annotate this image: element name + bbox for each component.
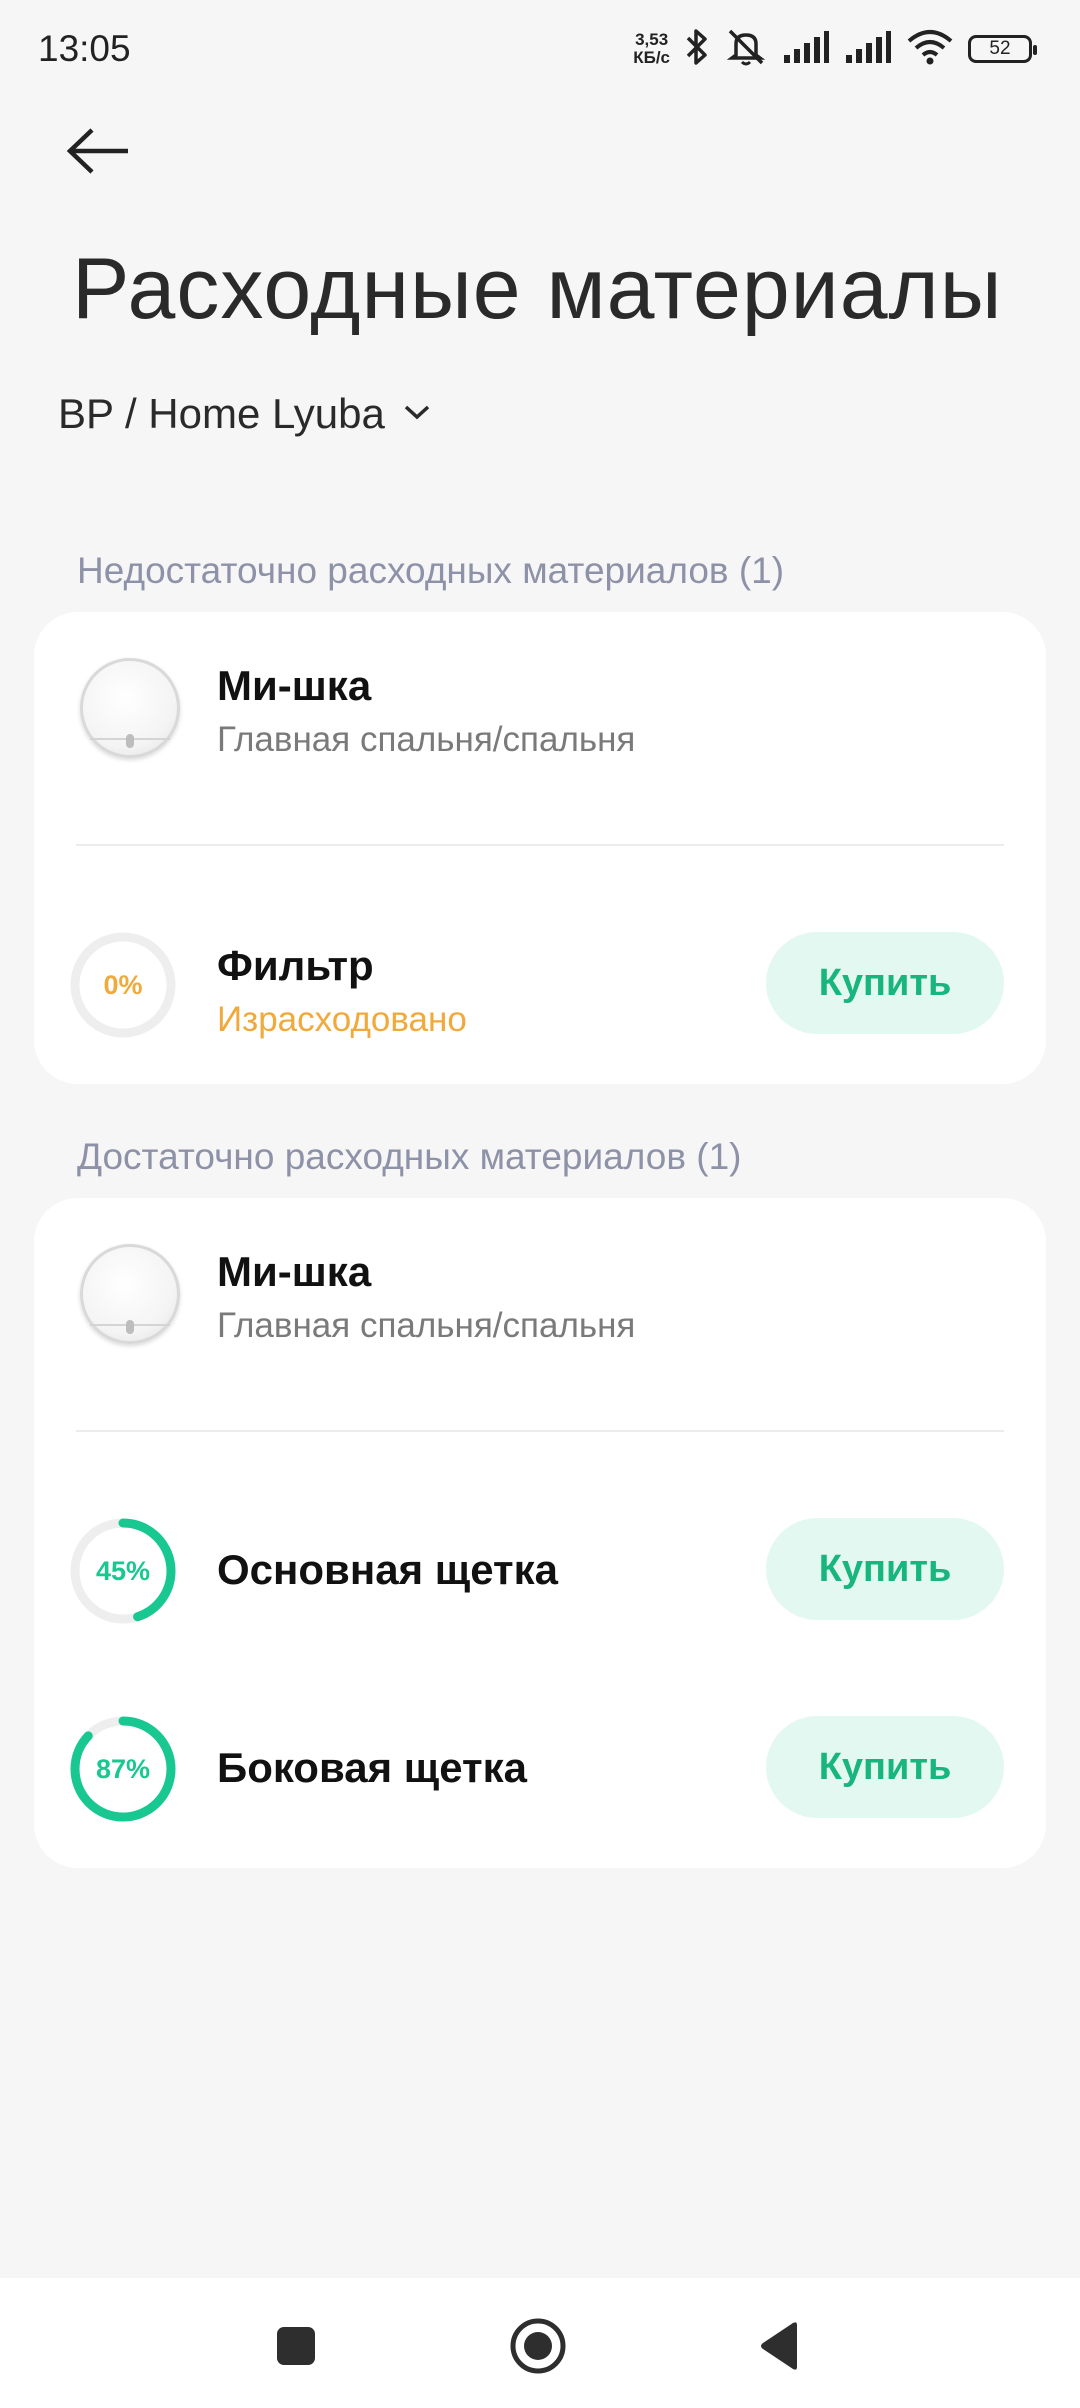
device-name: Ми-шка bbox=[217, 662, 372, 709]
chevron-down-icon bbox=[403, 402, 431, 427]
buy-button[interactable]: Купить bbox=[766, 1716, 1004, 1818]
back-button[interactable] bbox=[66, 118, 156, 188]
progress-ring: 45% bbox=[68, 1516, 178, 1626]
bluetooth-icon bbox=[684, 27, 710, 72]
home-selector-label: BP / Home Lyuba bbox=[58, 390, 385, 437]
robot-vacuum-image bbox=[80, 1244, 180, 1344]
divider bbox=[76, 844, 1004, 846]
consumables-card-insufficient: Ми-шка Главная спальня/спальня 0% Фильтр… bbox=[34, 612, 1046, 1084]
consumable-row-filter: 0% Фильтр Израсходовано Купить bbox=[34, 930, 1046, 1040]
consumable-status: Израсходовано bbox=[217, 1000, 467, 1039]
status-bar: 13:05 3,53 КБ/с 52 bbox=[0, 0, 1080, 100]
mute-icon bbox=[724, 27, 768, 72]
consumable-name: Фильтр bbox=[217, 942, 374, 989]
wifi-icon bbox=[906, 28, 954, 71]
progress-ring: 87% bbox=[68, 1714, 178, 1824]
device-row[interactable]: Ми-шка Главная спальня/спальня bbox=[34, 1198, 1046, 1398]
arrow-left-icon bbox=[66, 126, 132, 181]
progress-ring-label: 45% bbox=[95, 1556, 151, 1586]
divider bbox=[76, 1430, 1004, 1432]
progress-ring: 0% bbox=[68, 930, 178, 1040]
consumable-name: Основная щетка bbox=[217, 1546, 558, 1593]
consumables-card-sufficient: Ми-шка Главная спальня/спальня 45% Основ… bbox=[34, 1198, 1046, 1868]
robot-vacuum-image bbox=[80, 658, 180, 758]
device-room: Главная спальня/спальня bbox=[217, 720, 636, 759]
device-row[interactable]: Ми-шка Главная спальня/спальня bbox=[34, 612, 1046, 812]
consumable-row-main-brush: 45% Основная щетка Купить bbox=[34, 1516, 1046, 1626]
device-room: Главная спальня/спальня bbox=[217, 1306, 636, 1345]
section-header-sufficient: Достаточно расходных материалов (1) bbox=[77, 1136, 742, 1177]
network-speed-unit: КБ/с bbox=[633, 48, 670, 67]
consumable-row-side-brush: 87% Боковая щетка Купить bbox=[34, 1714, 1046, 1824]
status-time: 13:05 bbox=[38, 28, 131, 69]
network-speed-value: 3,53 bbox=[635, 30, 669, 49]
home-circle-icon[interactable] bbox=[498, 2306, 578, 2386]
home-selector[interactable]: BP / Home Lyuba bbox=[58, 390, 431, 438]
progress-ring-label: 0% bbox=[103, 970, 143, 1000]
back-triangle-icon[interactable] bbox=[740, 2306, 820, 2386]
network-speed: 3,53 КБ/с bbox=[633, 31, 670, 67]
page-title: Расходные материалы bbox=[72, 241, 1003, 337]
buy-button[interactable]: Купить bbox=[766, 1518, 1004, 1620]
device-name: Ми-шка bbox=[217, 1248, 372, 1295]
progress-ring-label: 87% bbox=[95, 1754, 151, 1784]
signal-icon bbox=[844, 29, 892, 70]
signal-icon bbox=[782, 29, 830, 70]
recents-square-icon[interactable] bbox=[256, 2306, 336, 2386]
navigation-bar bbox=[0, 2278, 1080, 2408]
status-icons: 3,53 КБ/с 52 bbox=[633, 24, 1037, 74]
buy-button[interactable]: Купить bbox=[766, 932, 1004, 1034]
section-header-insufficient: Недостаточно расходных материалов (1) bbox=[77, 550, 785, 591]
consumable-name: Боковая щетка bbox=[217, 1744, 527, 1791]
battery-icon: 52 bbox=[968, 35, 1037, 63]
